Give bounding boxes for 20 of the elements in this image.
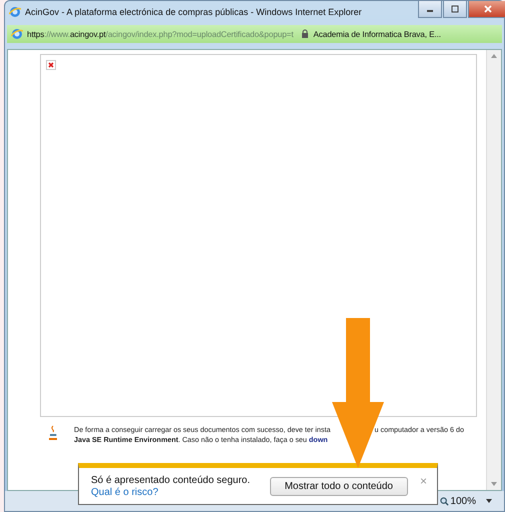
maximize-button[interactable] (443, 1, 467, 18)
lock-icon (301, 29, 310, 39)
zoom-level[interactable]: 100% (450, 496, 476, 506)
risk-link[interactable]: Qual é o risco? (91, 486, 250, 498)
zoom-icon[interactable] (440, 496, 450, 506)
show-all-content-button[interactable]: Mostrar todo o conteúdo (270, 476, 408, 496)
close-icon (483, 5, 493, 13)
window-title: AcinGov - A plataforma electrónica de compras públicas - Windows Internet Explorer (25, 7, 362, 17)
url-text: https://www.acingov.pt/acingov/index.php?mod=uploadCertificado&popup=t (27, 30, 294, 38)
info-message: Só é apresentado conteúdo seguro. (91, 474, 250, 486)
caret-icon[interactable] (486, 499, 492, 503)
browser-logo-icon (11, 28, 23, 40)
browser-logo-icon (9, 6, 21, 18)
close-button[interactable] (468, 1, 505, 18)
site-identity[interactable]: Academia de Informatica Brava, E... (313, 30, 441, 38)
address-bar[interactable]: https://www.acingov.pt/acingov/index.php?mod=uploadCertificado&popup=t Academia de Informatica Brava, E... (7, 25, 502, 43)
broken-image-icon (46, 60, 56, 70)
java-logo-icon (48, 425, 58, 441)
maximize-icon (450, 5, 460, 13)
minimize-button[interactable] (418, 1, 442, 18)
